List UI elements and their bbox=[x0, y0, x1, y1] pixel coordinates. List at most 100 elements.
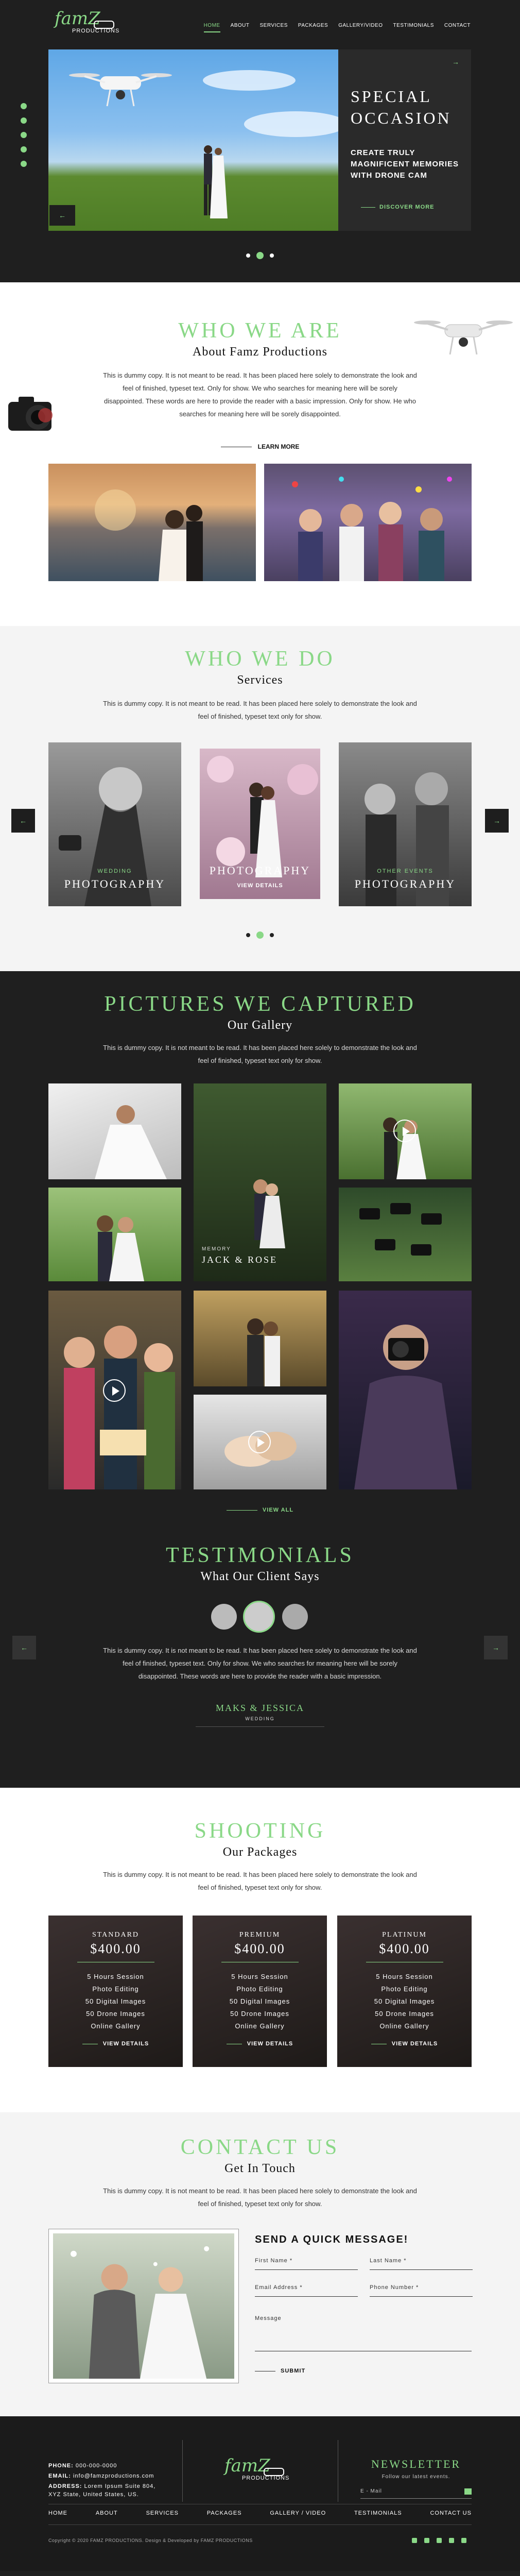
newsletter-email-input[interactable]: E - Mail bbox=[360, 2488, 472, 2499]
hero-next-arrow-icon[interactable]: → bbox=[443, 52, 469, 72]
gallery-photo-party[interactable] bbox=[48, 1291, 181, 1489]
nav-services[interactable]: SERVICES bbox=[260, 23, 288, 28]
package-card-premium: PREMIUM $400.00 5 Hours Session Photo Ed… bbox=[193, 1916, 327, 2067]
slider-dot[interactable] bbox=[270, 933, 274, 937]
pinterest-icon[interactable] bbox=[461, 2538, 466, 2543]
services-section: WHO WE DO Services This is dummy copy. I… bbox=[0, 626, 520, 971]
gallery-photo[interactable] bbox=[48, 1083, 181, 1179]
view-details-link[interactable]: VIEW DETAILS bbox=[237, 883, 283, 889]
play-video-icon[interactable] bbox=[393, 1120, 416, 1142]
slider-dot-active[interactable] bbox=[256, 931, 264, 939]
package-feature: 50 Digital Images bbox=[374, 1997, 435, 2005]
footer-address: ADDRESS: Lorem Ipsum Suite 804, XYZ Stat… bbox=[48, 2483, 156, 2498]
avatar-active[interactable] bbox=[243, 1601, 275, 1633]
linkedin-icon[interactable] bbox=[21, 117, 27, 124]
footer-nav-contact[interactable]: CONTACT US bbox=[430, 2510, 472, 2516]
submit-button[interactable]: SUBMIT bbox=[255, 2368, 305, 2374]
package-feature: 5 Hours Session bbox=[87, 1973, 144, 1980]
footer-logo[interactable]: famZ PRODUCTIONS bbox=[221, 2454, 293, 2488]
learn-more-link[interactable]: LEARN MORE bbox=[0, 443, 520, 450]
instagram-icon[interactable] bbox=[449, 2538, 454, 2543]
discover-more-link[interactable]: DISCOVER MORE bbox=[361, 204, 435, 210]
about-photo-beach bbox=[48, 464, 256, 581]
gallery-photo-memory[interactable]: MEMORY JACK & ROSE bbox=[194, 1083, 326, 1281]
nav-packages[interactable]: PACKAGES bbox=[298, 23, 328, 28]
gallery-photo[interactable] bbox=[48, 1188, 181, 1281]
facebook-icon[interactable] bbox=[21, 103, 27, 109]
contact-subheading: Get In Touch bbox=[224, 2162, 296, 2175]
last-name-field[interactable]: Last Name * bbox=[370, 2258, 473, 2270]
packages-subheading: Our Packages bbox=[222, 1845, 298, 1859]
slider-dot[interactable] bbox=[270, 253, 274, 258]
nav-contact[interactable]: CONTACT bbox=[444, 23, 471, 28]
package-feature: Photo Editing bbox=[92, 1985, 139, 1993]
slider-dot[interactable] bbox=[246, 933, 250, 937]
services-prev-arrow-icon[interactable]: ← bbox=[11, 809, 35, 833]
package-feature: Online Gallery bbox=[235, 2022, 285, 2030]
avatar[interactable] bbox=[211, 1604, 237, 1630]
hero-section: famZ PRODUCTIONS HOME ABOUT SERVICES PAC… bbox=[0, 0, 520, 282]
divider bbox=[182, 2440, 183, 2502]
package-view-details[interactable]: VIEW DETAILS bbox=[337, 2041, 472, 2047]
phone-field[interactable]: Phone Number * bbox=[370, 2284, 473, 2297]
email-field[interactable]: Email Address * bbox=[255, 2284, 358, 2297]
testimonial-next-arrow-icon[interactable]: → bbox=[484, 1636, 508, 1659]
footer-nav-testimonials[interactable]: TESTIMONIALS bbox=[354, 2510, 402, 2516]
twitter-icon[interactable] bbox=[437, 2538, 442, 2543]
service-card-featured[interactable]: PHOTOGRAPHY VIEW DETAILS bbox=[200, 749, 320, 899]
twitter-icon[interactable] bbox=[21, 132, 27, 138]
nav-about[interactable]: ABOUT bbox=[231, 23, 250, 28]
gallery-photo-video[interactable] bbox=[194, 1395, 326, 1489]
linkedin-icon[interactable] bbox=[424, 2538, 429, 2543]
footer-nav-services[interactable]: SERVICES bbox=[146, 2510, 179, 2516]
service-card-wedding[interactable]: WEDDING PHOTOGRAPHY bbox=[48, 742, 181, 906]
message-field[interactable]: Message bbox=[255, 2315, 472, 2351]
hero-prev-arrow-icon[interactable]: ← bbox=[49, 205, 75, 226]
gallery-photo[interactable] bbox=[194, 1291, 326, 1386]
footer-nav-home[interactable]: HOME bbox=[48, 2510, 67, 2516]
footer-nav-packages[interactable]: PACKAGES bbox=[207, 2510, 242, 2516]
slider-dot-active[interactable] bbox=[256, 252, 264, 259]
package-feature: Online Gallery bbox=[379, 2022, 429, 2030]
facebook-icon[interactable] bbox=[412, 2538, 417, 2543]
gallery-text: This is dummy copy. It is not meant to b… bbox=[103, 1044, 417, 1064]
first-name-field[interactable]: First Name * bbox=[255, 2258, 358, 2270]
avatar[interactable] bbox=[282, 1604, 308, 1630]
contact-section: CONTACT US Get In Touch This is dummy co… bbox=[0, 2112, 520, 2416]
footer-nav-about[interactable]: ABOUT bbox=[96, 2510, 118, 2516]
camera-icon bbox=[8, 397, 53, 431]
copyright-text: Copyright © 2020 FAMZ PRODUCTIONS. Desig… bbox=[48, 2538, 253, 2543]
send-mail-icon[interactable] bbox=[464, 2488, 472, 2495]
slider-dot[interactable] bbox=[246, 253, 250, 258]
view-all-link[interactable]: VIEW ALL bbox=[0, 1507, 520, 1513]
gallery-photo-photographer[interactable] bbox=[339, 1291, 472, 1489]
package-price: $400.00 bbox=[379, 1941, 430, 1956]
footer-email[interactable]: EMAIL: info@famzproductions.com bbox=[48, 2472, 154, 2480]
package-name: STANDARD bbox=[92, 1931, 140, 1939]
nav-home[interactable]: HOME bbox=[203, 23, 220, 32]
contact-photo bbox=[48, 2229, 239, 2383]
service-card-events[interactable]: OTHER EVENTS PHOTOGRAPHY bbox=[339, 742, 472, 906]
instagram-icon[interactable] bbox=[21, 146, 27, 152]
play-video-icon[interactable] bbox=[248, 1431, 271, 1453]
gallery-photo-video[interactable] bbox=[339, 1083, 472, 1179]
services-next-arrow-icon[interactable]: → bbox=[485, 809, 509, 833]
gallery-photo[interactable] bbox=[339, 1188, 472, 1281]
footer-nav: HOME ABOUT SERVICES PACKAGES GALLERY / V… bbox=[48, 2510, 472, 2516]
brand-logo[interactable]: famZ PRODUCTIONS bbox=[51, 7, 124, 41]
package-view-details[interactable]: VIEW DETAILS bbox=[48, 2041, 183, 2047]
package-feature: 50 Digital Images bbox=[229, 1997, 290, 2005]
contact-heading: CONTACT US bbox=[180, 2136, 340, 2159]
memory-title: JACK & ROSE bbox=[202, 1255, 278, 1265]
package-view-details[interactable]: VIEW DETAILS bbox=[193, 2041, 327, 2047]
nav-gallery[interactable]: GALLERY/VIDEO bbox=[338, 23, 383, 28]
packages-section: SHOOTING Our Packages This is dummy copy… bbox=[0, 1788, 520, 2112]
footer-nav-gallery[interactable]: GALLERY / VIDEO bbox=[270, 2510, 326, 2516]
divider bbox=[48, 2524, 472, 2525]
package-card-platinum: PLATINUM $400.00 5 Hours Session Photo E… bbox=[337, 1916, 472, 2067]
play-video-icon[interactable] bbox=[103, 1379, 126, 1402]
service-tag: WEDDING bbox=[97, 868, 132, 874]
testimonial-prev-arrow-icon[interactable]: ← bbox=[12, 1636, 36, 1659]
nav-testimonials[interactable]: TESTIMONIALS bbox=[393, 23, 434, 28]
pinterest-icon[interactable] bbox=[21, 161, 27, 167]
